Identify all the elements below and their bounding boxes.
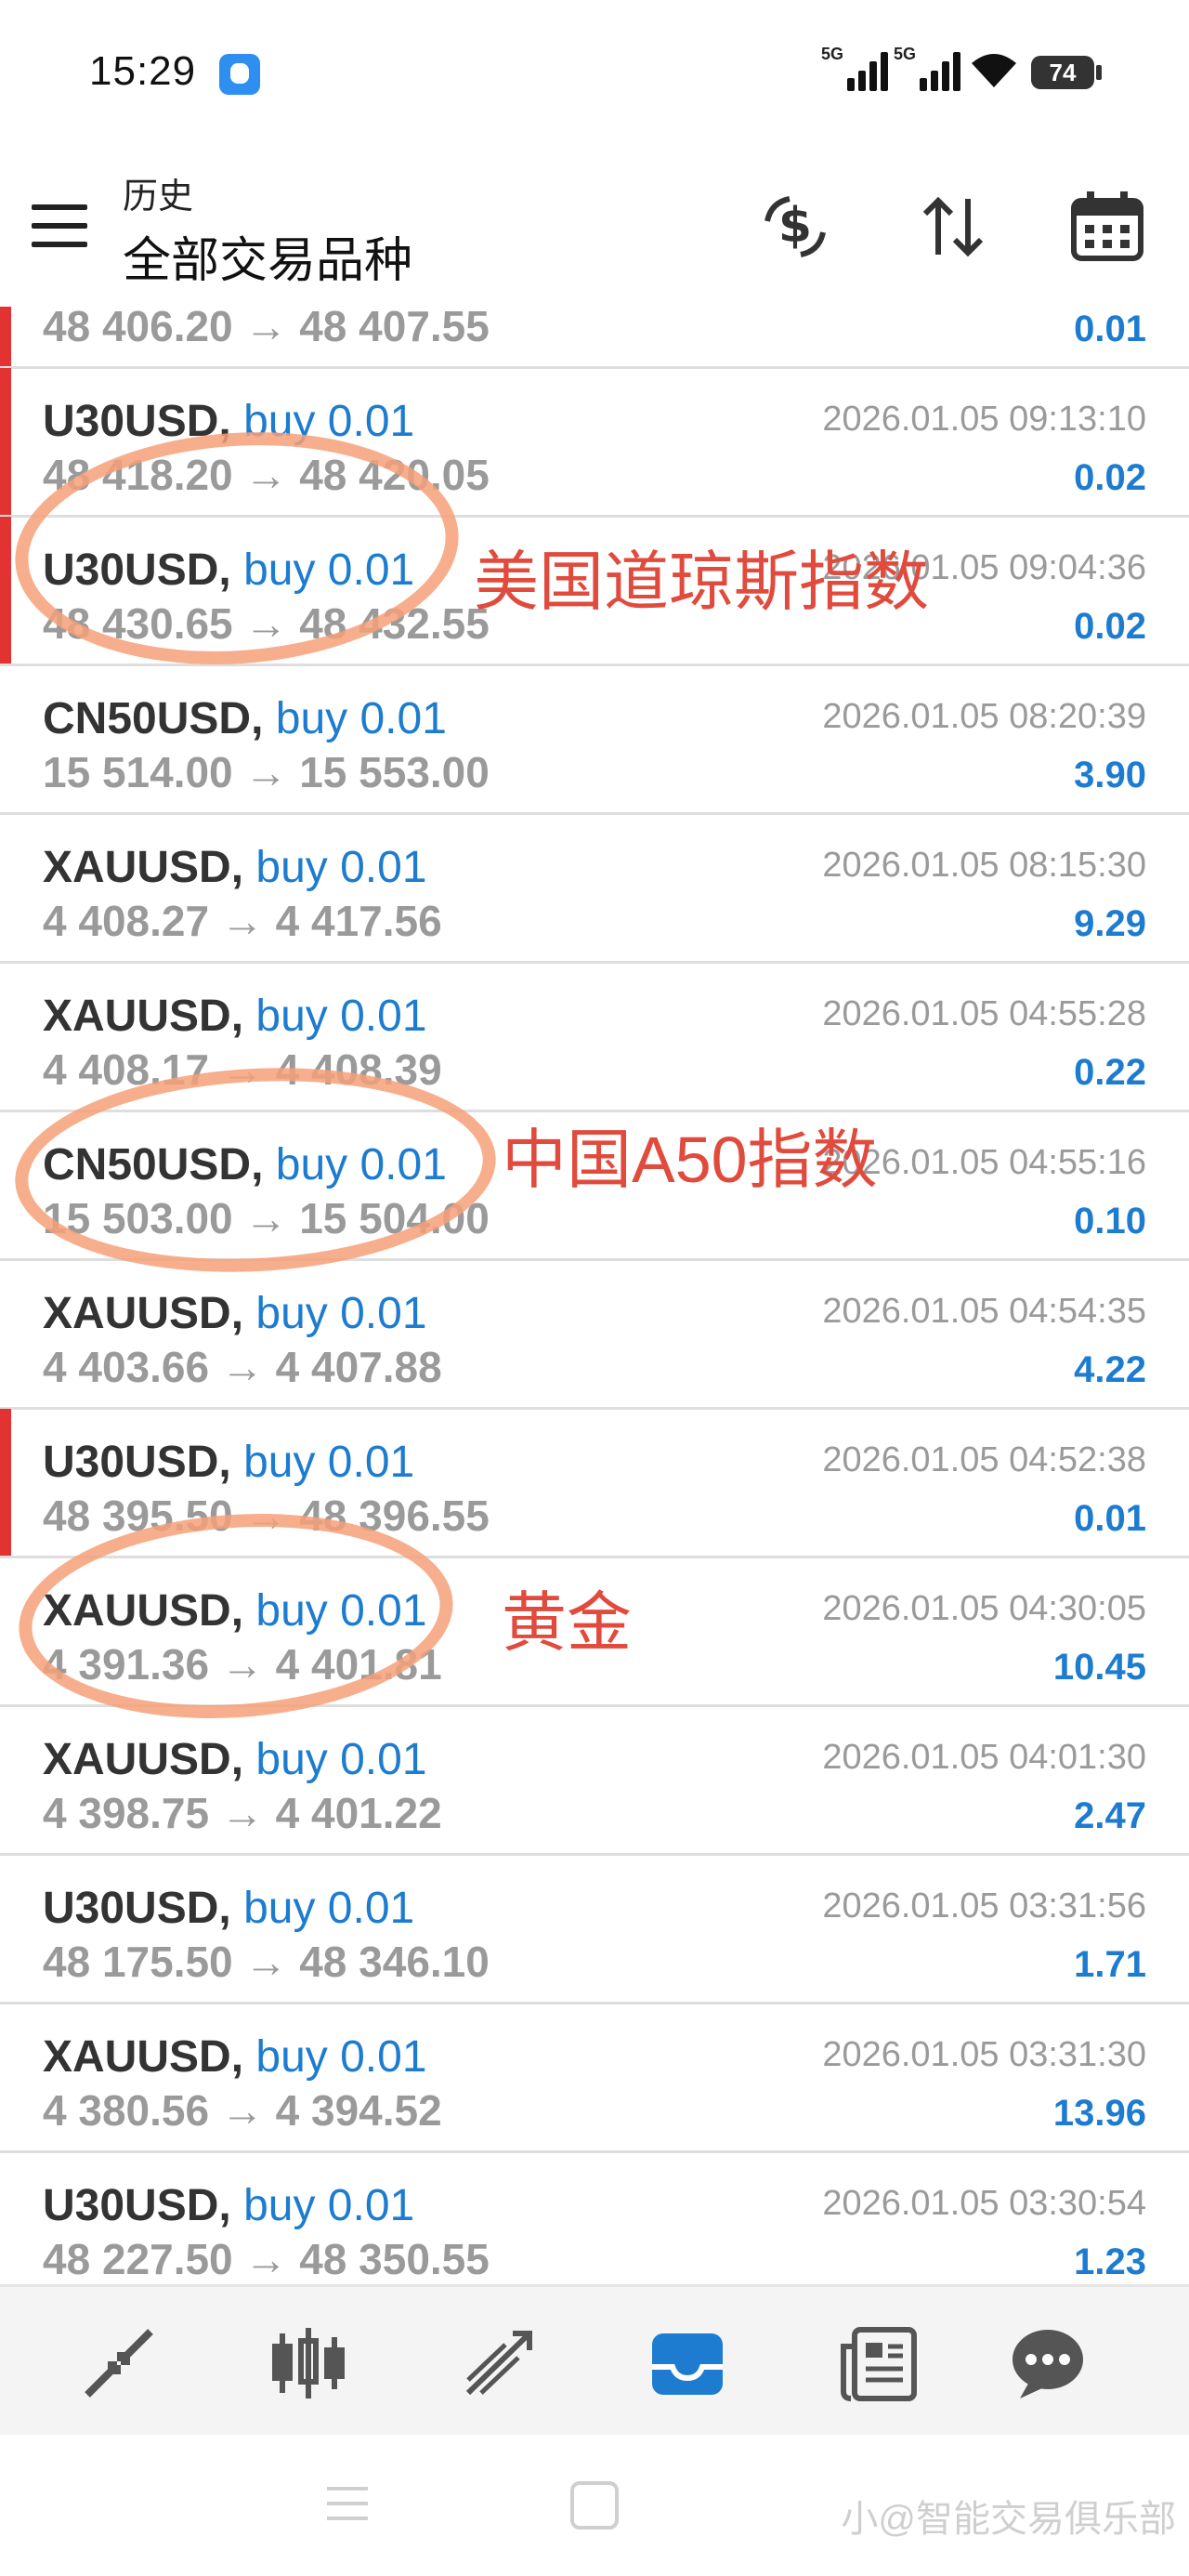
symbol-filter[interactable]: 全部交易品种 [123,221,412,291]
calendar-icon[interactable] [1070,190,1144,264]
trade-price: 48 227.50 → 48 350.55 [43,2235,490,2283]
trade-profit: 4.22 [1074,1349,1146,1390]
trade-profit: 13.96 [1052,2093,1146,2134]
status-time: 15:29 [89,48,197,94]
trade-row[interactable]: XAUUSD, buy 0.01 4 380.56 → 4 394.52 202… [0,2004,1189,2153]
trade-icon[interactable] [461,2324,539,2402]
trade-price: 48 406.20 → 48 407.55 [43,307,490,350]
trade-profit: 10.45 [1052,1647,1146,1688]
trade-price: 15 514.00 → 15 553.00 [43,748,490,796]
trade-symbol: U30USD, [43,2181,231,2230]
status-bar: 15:29 5G 5G 74 [0,0,1189,149]
trade-row[interactable]: XAUUSD, buy 0.01 4 408.27 → 4 417.56 202… [0,814,1189,964]
trade-symbol: XAUUSD, [43,1735,244,1784]
quotes-icon[interactable] [80,2324,158,2402]
battery-icon: 74 [1031,56,1102,89]
trade-time: 2026.01.05 04:55:28 [822,994,1146,1033]
watermark-text: 小@智能交易俱乐部 [841,2499,1176,2540]
signal-icon-2: 5G [894,45,960,91]
trade-price: 4 403.66 → 4 407.88 [43,1343,442,1391]
trade-time: 2026.01.05 04:30:05 [822,1589,1146,1628]
trade-row[interactable]: XAUUSD, buy 0.01 4 403.66 → 4 407.88 202… [0,1260,1189,1410]
annotation-a50-label: 中国A50指数 [502,1124,878,1196]
trade-history-list: 48 406.20 → 48 407.55 0.01 U30USD, buy 0… [0,307,1189,2284]
trade-profit: 9.29 [1074,903,1146,944]
trade-price: 4 398.75 → 4 401.22 [43,1789,442,1837]
system-nav-bar: 小@智能交易俱乐部 [0,2435,1189,2576]
home-button[interactable] [570,2481,619,2530]
annotation-dow-label: 美国道琼斯指数 [474,545,929,618]
trade-symbol: U30USD, [43,1438,231,1487]
trade-time: 2026.01.05 08:20:39 [822,697,1146,736]
trade-profit: 0.02 [1074,457,1146,498]
trade-time: 2026.01.05 03:31:30 [822,2035,1146,2074]
history-icon[interactable] [648,2324,726,2402]
trade-time: 2026.01.05 09:13:10 [822,400,1146,439]
wifi-icon [972,54,1016,87]
signal-icon-1: 5G [821,45,888,91]
trade-row[interactable]: CN50USD, buy 0.01 15 514.00 → 15 553.00 … [0,665,1189,815]
trade-symbol: XAUUSD, [43,843,244,892]
news-icon[interactable] [840,2324,918,2402]
sort-icon[interactable] [916,190,990,264]
trade-profit: 0.01 [1074,1498,1146,1539]
trade-price: 48 175.50 → 48 346.10 [43,1938,490,1986]
trade-row[interactable]: U30USD, buy 0.01 48 227.50 → 48 350.55 2… [0,2152,1189,2284]
annotation-gold-label: 黄金 [502,1586,632,1659]
app-notification-icon [219,54,260,95]
trade-time: 2026.01.05 04:01:30 [822,1738,1146,1777]
trade-symbol: XAUUSD, [43,2032,244,2082]
trade-type: buy 0.01 [243,1884,415,1933]
trade-symbol: CN50USD, [43,694,264,743]
trade-type: buy 0.01 [255,1735,427,1784]
trade-profit: 0.02 [1074,606,1146,647]
trade-type: buy 0.01 [255,843,427,892]
trade-type: buy 0.01 [243,1438,415,1487]
trade-time: 2026.01.05 08:15:30 [822,846,1146,885]
recent-apps-button[interactable] [327,2487,368,2524]
bottom-tab-bar [0,2284,1189,2436]
app-header: 历史 全部交易品种 $ [0,149,1189,307]
trade-time: 2026.01.05 03:31:56 [822,1886,1146,1925]
trade-symbol: XAUUSD, [43,992,244,1041]
trade-type: buy 0.01 [255,992,427,1041]
trade-row[interactable]: U30USD, buy 0.01 48 175.50 → 48 346.10 2… [0,1855,1189,2004]
trade-price: 4 380.56 → 4 394.52 [43,2086,442,2135]
trade-type: buy 0.01 [255,1289,427,1338]
svg-text:$: $ [778,198,812,254]
trade-profit: 0.10 [1074,1201,1146,1242]
trade-time: 2026.01.05 04:54:35 [822,1292,1146,1331]
trade-time: 2026.01.05 04:52:38 [822,1440,1146,1479]
trade-time: 2026.01.05 03:30:54 [822,2184,1146,2223]
chart-icon[interactable] [269,2324,347,2402]
trade-type: buy 0.01 [275,694,447,743]
trade-profit: 3.90 [1074,755,1146,795]
trade-row[interactable]: XAUUSD, buy 0.01 4 398.75 → 4 401.22 202… [0,1706,1189,1856]
trade-profit: 1.71 [1074,1944,1146,1985]
trade-profit: 0.01 [1074,309,1146,349]
trade-row[interactable]: 48 406.20 → 48 407.55 0.01 [0,307,1189,369]
page-title: 历史 [123,177,194,217]
trade-type: buy 0.01 [255,2032,427,2082]
trade-profit: 1.23 [1074,2241,1146,2282]
currency-exchange-icon[interactable]: $ [758,190,832,264]
trade-symbol: XAUUSD, [43,1289,244,1338]
trade-type: buy 0.01 [243,2181,415,2230]
trade-symbol: U30USD, [43,1884,231,1933]
trade-profit: 2.47 [1074,1795,1146,1836]
chat-icon[interactable] [1009,2324,1087,2402]
menu-icon[interactable] [32,204,87,249]
trade-price: 4 408.27 → 4 417.56 [43,897,442,945]
trade-profit: 0.22 [1074,1052,1146,1093]
